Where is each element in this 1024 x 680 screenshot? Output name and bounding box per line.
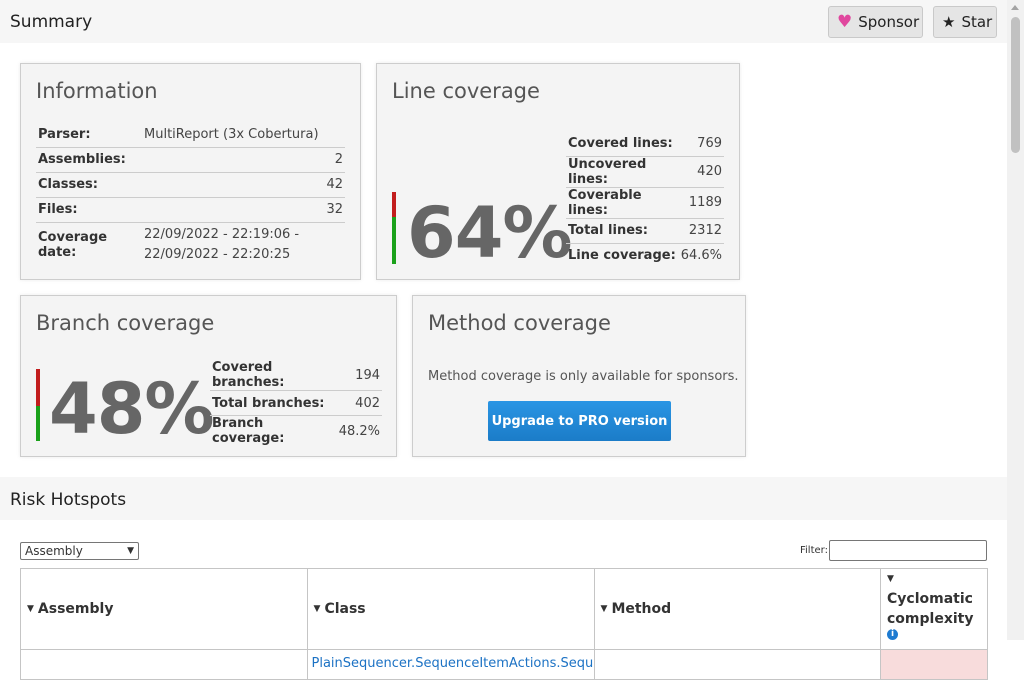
class-link[interactable]: PlainSequencer.SequenceItemActions.Sequ bbox=[312, 656, 594, 671]
method-coverage-message: Method coverage is only available for sp… bbox=[428, 369, 739, 384]
table-row: PlainSequencer.SequenceItemActions.Sequ bbox=[20, 649, 988, 680]
sort-down-icon: ▼ bbox=[27, 604, 34, 614]
information-title: Information bbox=[36, 79, 158, 103]
upgrade-pro-button[interactable]: Upgrade to PRO version bbox=[488, 401, 671, 441]
sort-down-icon: ▼ bbox=[887, 574, 894, 584]
grouping-select-value: Assembly bbox=[25, 544, 83, 558]
grouping-select[interactable]: Assembly ▼ bbox=[20, 542, 139, 560]
sort-down-icon: ▼ bbox=[600, 604, 608, 614]
risk-hotspots-title: Risk Hotspots bbox=[10, 490, 127, 510]
branch-coverage-card: Branch coverage 48% Covered branches: 194… bbox=[20, 295, 397, 457]
info-key: Assemblies: bbox=[36, 147, 142, 173]
stat-value: 420 bbox=[678, 156, 724, 188]
column-header-label: Class bbox=[324, 601, 366, 617]
stat-value: 1189 bbox=[678, 187, 724, 219]
column-header-assembly[interactable]: ▼ Assembly bbox=[20, 568, 308, 650]
column-header-label: Cyclomatic complexity bbox=[887, 591, 974, 627]
stat-key: Line coverage: bbox=[568, 248, 676, 264]
star-button[interactable]: ★ Star bbox=[933, 6, 997, 38]
column-header-label: Method bbox=[611, 601, 672, 617]
stat-key: Covered lines: bbox=[566, 131, 679, 157]
sort-down-icon: ▼ bbox=[313, 604, 321, 614]
line-coverage-percent: 64% bbox=[407, 192, 573, 274]
info-value: 22/09/2022 - 22:19:06 - 22/09/2022 - 22:… bbox=[144, 227, 300, 263]
information-table: Parser: MultiReport (3x Cobertura) Assem… bbox=[36, 122, 345, 268]
scroll-up-arrow-icon[interactable] bbox=[1011, 5, 1019, 10]
stat-key: Total branches: bbox=[210, 390, 337, 416]
stat-value: 64.6% bbox=[680, 248, 722, 264]
stat-key: Branch coverage: bbox=[212, 416, 285, 446]
info-key: Parser: bbox=[36, 122, 142, 148]
filter-input[interactable] bbox=[829, 540, 987, 561]
info-row-coverage-date: Coverage date: 22/09/2022 - 22:19:06 - 2… bbox=[36, 222, 345, 268]
line-coverage-table: Covered lines: 769 Uncovered lines: 420 Co… bbox=[566, 131, 724, 268]
branch-coverage-percent: 48% bbox=[49, 368, 215, 450]
method-cell bbox=[593, 649, 882, 680]
info-icon[interactable]: i bbox=[887, 629, 898, 640]
info-key: Classes: bbox=[36, 172, 142, 198]
summary-header: Summary ♥ Sponsor ★ Star bbox=[0, 0, 1007, 43]
stat-key: Coverable lines: bbox=[566, 187, 679, 219]
assembly-cell bbox=[20, 649, 308, 680]
info-value: MultiReport (3x Cobertura) bbox=[142, 122, 345, 148]
scrollbar-thumb[interactable] bbox=[1011, 17, 1020, 153]
stat-value: 48.2% bbox=[338, 423, 380, 439]
method-coverage-card: Method coverage Method coverage is only … bbox=[412, 295, 746, 457]
info-key: Files: bbox=[36, 197, 142, 223]
method-coverage-title: Method coverage bbox=[428, 311, 611, 335]
complexity-cell bbox=[880, 649, 988, 680]
stat-value: 769 bbox=[678, 131, 724, 157]
branch-coverage-table: Covered branches: 194 Total branches: 402 … bbox=[210, 360, 382, 446]
info-value: 42 bbox=[142, 172, 345, 198]
stat-key: Uncovered lines: bbox=[566, 156, 679, 188]
info-row-assemblies: Assemblies: 2 bbox=[36, 147, 345, 173]
sponsor-label: Sponsor bbox=[858, 13, 920, 31]
filter-label: Filter: bbox=[800, 545, 828, 556]
column-header-cyclomatic-complexity[interactable]: ▼ Cyclomatic complexity i bbox=[880, 568, 988, 650]
branch-coverage-title: Branch coverage bbox=[36, 311, 215, 335]
sponsor-button[interactable]: ♥ Sponsor bbox=[828, 6, 923, 38]
vertical-scrollbar[interactable] bbox=[1007, 0, 1024, 640]
star-icon: ★ bbox=[942, 12, 956, 31]
information-card: Information Parser: MultiReport (3x Cobe… bbox=[20, 63, 361, 280]
info-key: Coverage date: bbox=[38, 230, 108, 261]
branch-coverage-bar bbox=[36, 369, 40, 441]
info-row-classes: Classes: 42 bbox=[36, 172, 345, 198]
risk-hotspots-header: Risk Hotspots bbox=[0, 477, 1007, 520]
column-header-class[interactable]: ▼ Class bbox=[306, 568, 595, 650]
line-coverage-card: Line coverage 64% Covered lines: 769 Unco… bbox=[376, 63, 740, 280]
risk-hotspots-table: ▼ Assembly ▼ Class ▼ Method ▼Cyclomatic com… bbox=[20, 568, 988, 680]
branch-uncovered-segment bbox=[36, 369, 40, 406]
line-coverage-bar bbox=[392, 192, 396, 264]
info-row-parser: Parser: MultiReport (3x Cobertura) bbox=[36, 122, 345, 148]
star-label: Star bbox=[961, 13, 993, 31]
info-value: 32 bbox=[142, 197, 345, 223]
line-uncovered-segment bbox=[392, 192, 396, 217]
info-row-files: Files: 32 bbox=[36, 197, 345, 223]
stat-value: 194 bbox=[336, 360, 382, 391]
info-value: 2 bbox=[142, 147, 345, 173]
chevron-down-icon: ▼ bbox=[127, 546, 134, 556]
stat-value: 402 bbox=[336, 390, 382, 416]
line-coverage-title: Line coverage bbox=[392, 79, 540, 103]
column-header-label: Assembly bbox=[37, 601, 114, 617]
stat-key: Covered branches: bbox=[210, 360, 337, 391]
summary-title: Summary bbox=[10, 12, 93, 32]
column-header-method[interactable]: ▼ Method bbox=[593, 568, 882, 650]
stat-key: Total lines: bbox=[566, 218, 679, 244]
class-cell: PlainSequencer.SequenceItemActions.Sequ bbox=[306, 649, 595, 680]
heart-icon: ♥ bbox=[837, 11, 853, 32]
stat-value: 2312 bbox=[678, 218, 724, 244]
